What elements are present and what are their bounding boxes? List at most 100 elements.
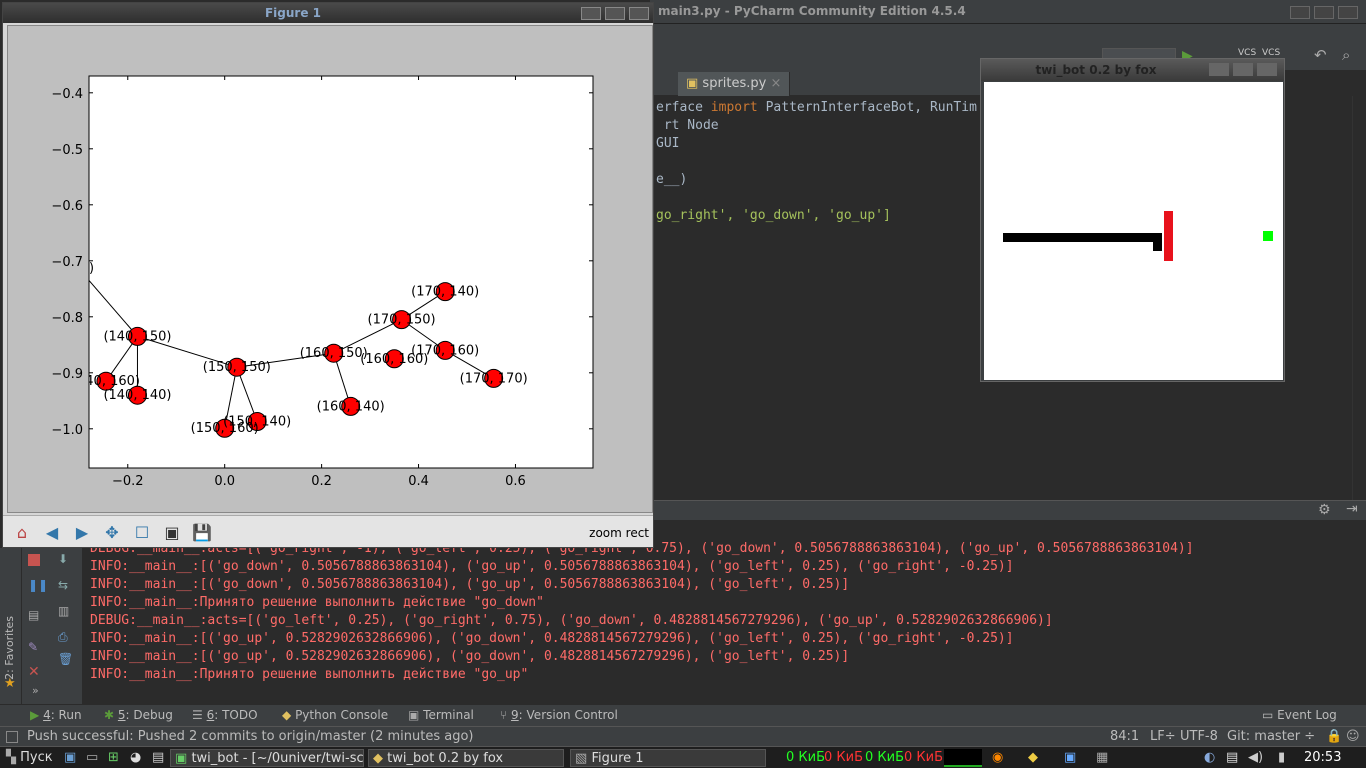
battery-icon[interactable]: ▮ (1274, 749, 1289, 767)
node-label: (170, 150) (368, 313, 436, 328)
figure-titlebar[interactable]: Figure 1 (3, 3, 653, 23)
tab-num: 9 (511, 708, 519, 722)
hide-panel-icon[interactable]: ⇥ (1346, 501, 1358, 517)
pause-icon[interactable]: ❚❚ (28, 578, 48, 592)
forward-icon[interactable]: ▶ (69, 520, 95, 544)
pan-icon[interactable]: ✥ (99, 520, 125, 544)
maximize-button[interactable] (1233, 63, 1253, 76)
monitor-icon[interactable]: ▣ (1060, 749, 1080, 767)
print-icon[interactable]: ⎙ (58, 630, 68, 645)
firefox-icon[interactable]: ◉ (988, 749, 1007, 767)
node-label: (140, 150) (103, 329, 171, 344)
cursor-position[interactable]: 84:1 (1110, 729, 1139, 744)
save-icon[interactable]: 💾 (189, 520, 215, 544)
window-label: Figure 1 (591, 751, 644, 766)
calc-icon[interactable]: ⊞ (104, 749, 123, 767)
y-tick-label: −0.4 (51, 87, 83, 102)
layout-icon[interactable]: ▤ (28, 608, 39, 622)
tab-label: : Run (50, 708, 82, 722)
file-encoding[interactable]: UTF-8 (1180, 729, 1218, 744)
close-icon[interactable]: ✕ (28, 664, 40, 680)
close-tab-icon[interactable]: × (771, 76, 782, 91)
minimize-button[interactable] (1290, 6, 1310, 19)
run-toolbar: ⬇ ❚❚ ⇆ ▤ ▥ ✎ ⎙ ✕ 🗑 » (22, 548, 82, 704)
pin-icon[interactable]: ✎ (28, 640, 38, 654)
subplots-icon[interactable]: ▣ (159, 520, 185, 544)
minimize-button[interactable] (1209, 63, 1229, 76)
document-icon[interactable]: ▤ (148, 749, 168, 767)
close-button[interactable] (1338, 6, 1358, 19)
close-button[interactable] (1257, 63, 1277, 76)
trash-icon[interactable]: 🗑 (58, 652, 73, 666)
bot-window: twi_bot 0.2 by fox (980, 58, 1285, 382)
status-message: Push successful: Pushed 2 commits to ori… (27, 729, 474, 744)
taskbar-window-pycharm[interactable]: ▣ twi_bot - [~/0univer/twi-sci/... (170, 749, 364, 767)
minimize-button[interactable] (581, 7, 601, 20)
tab-todo[interactable]: ☰ 6: TODO (192, 708, 258, 722)
git-branch[interactable]: Git: master ÷ (1227, 729, 1315, 744)
plot-svg[interactable]: −0.2 0.0 0.2 0.4 0.6 −0.4 −0.5 −0.6 −0.7 −0.8 −0.9… (8, 26, 652, 512)
maximize-button[interactable] (605, 7, 625, 20)
home-icon[interactable]: ⌂ (9, 520, 35, 544)
event-log-icon: ▭ (1262, 708, 1274, 722)
configure-icon[interactable]: ☐ (129, 520, 155, 544)
favorites-tab[interactable]: 2: Favorites (3, 616, 16, 680)
tab-sprites[interactable]: ▣ sprites.py × (678, 72, 791, 96)
close-button[interactable] (629, 7, 649, 20)
node-label: (150, 150) (203, 360, 271, 375)
editor-error-stripe (1352, 96, 1366, 500)
tool-windows-icon[interactable] (6, 731, 18, 743)
tab-python-console[interactable]: ◆ Python Console (282, 708, 388, 722)
line-separator[interactable]: LF÷ (1150, 729, 1176, 744)
game-canvas[interactable] (984, 82, 1283, 380)
pycharm-title: main3.py - PyCharm Community Edition 4.5… (658, 4, 966, 18)
stop-icon[interactable] (28, 554, 40, 566)
files-icon[interactable]: ▣ (60, 749, 80, 767)
python-file-icon: ▣ (686, 76, 703, 91)
maximize-button[interactable] (1314, 6, 1334, 19)
back-icon[interactable]: ◀ (39, 520, 65, 544)
flag-icon[interactable]: ▤ (1222, 749, 1242, 767)
python-icon[interactable]: ◆ (1024, 749, 1042, 767)
tab-run[interactable]: ▶ 4: Run (30, 708, 82, 722)
left-tool-stripe: 2: Favorites ★ (0, 548, 22, 704)
export-icon[interactable]: ▥ (58, 604, 69, 618)
lock-icon[interactable]: 🔒 (1326, 729, 1342, 744)
more-icon[interactable]: » (32, 684, 39, 697)
tux-icon[interactable]: ◕ (126, 749, 145, 767)
tab-label: sprites.py (702, 76, 767, 91)
clock[interactable]: 20:53 (1300, 749, 1345, 767)
inspector-icon[interactable]: ☺ (1346, 729, 1360, 744)
tab-label: Terminal (423, 708, 474, 722)
tab-terminal[interactable]: ▣ Terminal (408, 708, 474, 722)
taskbar-window-bot[interactable]: ◆ twi_bot 0.2 by fox (368, 749, 564, 767)
x-tick-label: 0.6 (505, 474, 526, 489)
scroll-down-icon[interactable]: ⬇ (58, 552, 68, 566)
undo-icon[interactable]: ↶ (1314, 46, 1327, 64)
event-log-button[interactable]: ▭ Event Log (1262, 708, 1337, 722)
log-line: INFO:__main__:[('go_down', 0.50567888638… (90, 559, 1014, 574)
tab-version-control[interactable]: ⑂ 9: Version Control (500, 708, 618, 722)
weather-icon[interactable]: ◐ (1200, 749, 1219, 767)
goal-target (1263, 231, 1273, 241)
y-tick-label: −0.8 (51, 311, 83, 326)
vcs-update-icon[interactable]: VCS (1238, 48, 1256, 58)
x-tick-label: 0.4 (408, 474, 429, 489)
wrap-icon[interactable]: ⇆ (58, 578, 68, 592)
bot-titlebar[interactable]: twi_bot 0.2 by fox (981, 59, 1284, 81)
window-label: twi_bot - [~/0univer/twi-sci/... (191, 751, 364, 766)
run-panel-header: ⚙ ⇥ (650, 500, 1366, 520)
tab-debug[interactable]: ✱ 5: Debug (104, 708, 173, 722)
search-icon[interactable]: ⌕ (1342, 46, 1350, 64)
tab-label: Python Console (295, 708, 389, 722)
gear-icon[interactable]: ⚙ (1318, 502, 1331, 518)
terminal-icon[interactable]: ▭ (82, 749, 102, 767)
start-icon: ▚ (6, 750, 16, 765)
figure-canvas[interactable]: −0.2 0.0 0.2 0.4 0.6 −0.4 −0.5 −0.6 −0.7 −0.8 −0.9… (7, 25, 653, 513)
start-button[interactable]: ▚ Пуск (2, 749, 57, 767)
vcs-commit-icon[interactable]: VCS (1262, 48, 1280, 58)
volume-icon[interactable]: ◀) (1244, 749, 1267, 767)
cpu-graph (944, 749, 982, 767)
taskbar-window-figure[interactable]: ▧ Figure 1 (570, 749, 766, 767)
network-icon[interactable]: ▦ (1092, 749, 1112, 767)
